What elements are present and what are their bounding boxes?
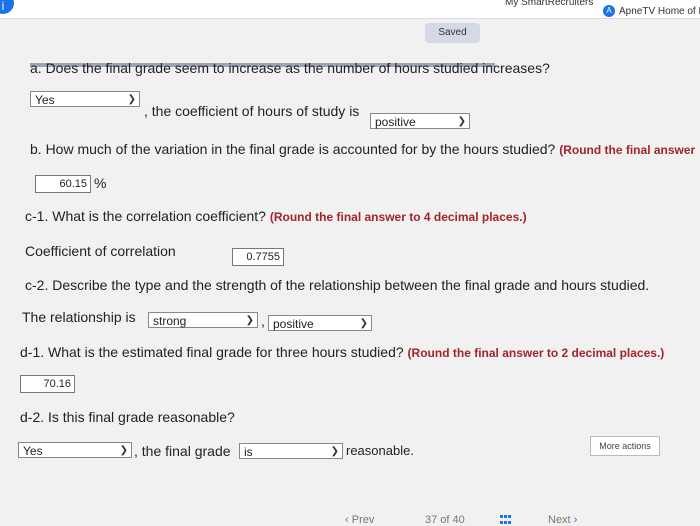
part-c2-strength-dropdown[interactable]: strong ❯ [148, 312, 258, 328]
prev-label: Prev [351, 514, 375, 526]
chevron-left-icon: ‹ [345, 514, 352, 526]
question-b-text: b. How much of the variation in the fina… [30, 141, 556, 157]
chevron-down-icon: ❯ [245, 315, 254, 326]
part-a-yes-no-dropdown[interactable]: Yes ❯ [30, 91, 140, 107]
correlation-label: Coefficient of correlation [25, 243, 176, 259]
chevron-right-icon: › [573, 514, 578, 526]
bookmark-smartrecruiters[interactable]: My SmartRecruiters [505, 0, 593, 8]
bookmark-apnetv-label: ApneTV Home of H [619, 5, 700, 17]
question-d1: d-1. What is the estimated final grade f… [20, 344, 664, 360]
part-a-select-1-value: Yes [35, 93, 55, 107]
question-d1-round-note: (Round the final answer to 2 decimal pla… [407, 346, 665, 360]
apnetv-icon: A [603, 5, 615, 17]
question-b: b. How much of the variation in the fina… [30, 141, 695, 157]
relationship-label: The relationship is [22, 309, 136, 325]
chevron-down-icon: ❯ [119, 445, 128, 456]
part-b-unit: % [94, 175, 107, 191]
question-a: a. Does the final grade seem to increase… [30, 60, 550, 76]
chevron-down-icon: ❯ [457, 116, 466, 127]
chevron-down-icon: ❯ [330, 446, 339, 457]
part-d2-middle-text: , the final grade [134, 443, 231, 459]
question-c1: c-1. What is the correlation coefficient… [25, 208, 527, 224]
question-c1-round-note: (Round the final answer to 4 decimal pla… [269, 210, 527, 224]
browser-bookmark-bar: i My SmartRecruiters A ApneTV Home of H [0, 0, 700, 19]
page-indicator: 37 of 40 [425, 514, 465, 526]
question-c2: c-2. Describe the type and the strength … [25, 277, 650, 293]
part-d1-answer-input[interactable]: 70.16 [20, 375, 75, 393]
question-b-round-note: (Round the final answer [559, 143, 696, 157]
grid-icon[interactable] [500, 515, 514, 525]
next-label: Next [548, 514, 571, 526]
question-d2: d-2. Is this final grade reasonable? [20, 409, 235, 425]
chevron-down-icon: ❯ [127, 94, 136, 105]
part-d2-select-1-value: Yes [23, 444, 43, 458]
part-d2-yes-no-dropdown[interactable]: Yes ❯ [18, 442, 132, 458]
part-a-sign-dropdown[interactable]: positive ❯ [370, 113, 470, 129]
part-c2-select-1-value: strong [153, 314, 187, 328]
part-c2-type-dropdown[interactable]: positive ❯ [268, 315, 372, 331]
part-a-select-2-value: positive [375, 115, 416, 129]
chevron-down-icon: ❯ [359, 318, 368, 329]
part-d2-is-dropdown[interactable]: is ❯ [239, 443, 343, 459]
info-icon[interactable]: i [0, 0, 14, 14]
part-c2-select-2-value: positive [273, 317, 314, 331]
part-d2-select-2-value: is [244, 445, 253, 459]
prev-button[interactable]: ‹ Prev [345, 514, 374, 526]
part-c1-answer-input[interactable]: 0.7755 [232, 248, 284, 266]
part-a-middle-text: , the coefficient of hours of study is [144, 103, 360, 119]
question-c1-text: c-1. What is the correlation coefficient… [25, 208, 266, 224]
bookmark-apnetv[interactable]: A ApneTV Home of H [603, 5, 700, 17]
part-d2-end-text: reasonable. [346, 443, 414, 458]
more-actions-button[interactable]: More actions [590, 436, 660, 456]
question-d1-text: d-1. What is the estimated final grade f… [20, 344, 404, 360]
part-b-answer-input[interactable]: 60.15 [35, 175, 91, 193]
next-button[interactable]: Next › [548, 514, 577, 526]
part-c2-comma: , [261, 313, 265, 329]
saved-status-badge: Saved [425, 23, 480, 43]
